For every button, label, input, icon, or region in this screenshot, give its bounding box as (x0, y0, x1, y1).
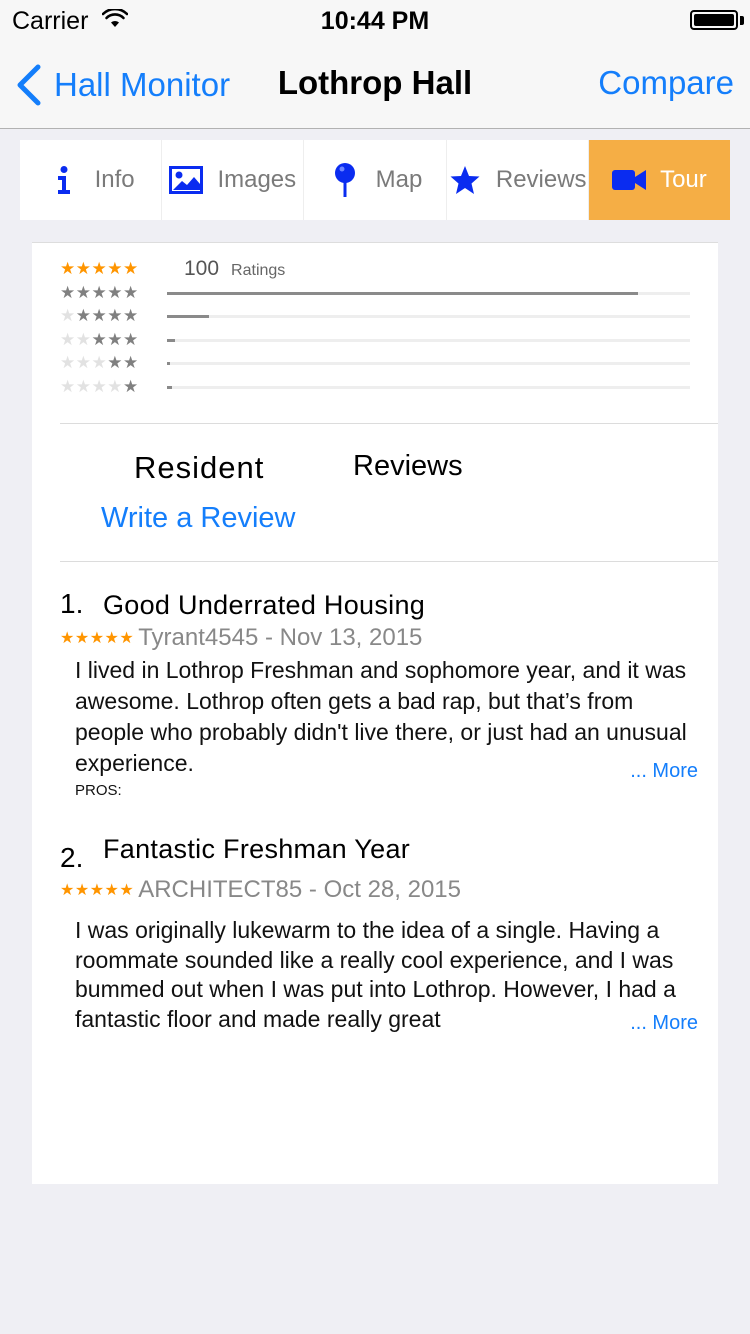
tab-reviews-label: Reviews (495, 166, 587, 193)
review-meta: ★★★★★ Tyrant4545 - Nov 13, 2015 (60, 624, 423, 651)
tab-reviews[interactable]: Reviews (447, 140, 589, 220)
review-item[interactable]: 2. Fantastic Freshman Year ★★★★★ ARCHITEC… (60, 832, 700, 1042)
average-rating-stars: ★★★★★ (60, 259, 139, 278)
ratings-count-label: Ratings (231, 262, 286, 279)
rating-bar-fill (167, 291, 638, 295)
battery-icon (690, 10, 738, 30)
review-title: Good Underrated Housing (103, 590, 426, 620)
rating-row-stars: ★★★★★ (60, 376, 139, 396)
rating-row-stars: ★★★★★ (60, 306, 139, 325)
tab-map-label: Map (375, 166, 423, 193)
ratings-total-row: ★★★★★ 100 Ratings (60, 258, 690, 282)
rating-bar-row: ★★★★★ (60, 282, 690, 306)
rating-bar-track (167, 338, 690, 342)
tab-resident[interactable]: Resident (134, 450, 264, 486)
navigation-bar: Hall Monitor Lothrop Hall Compare (0, 40, 750, 129)
tab-images-label: Images (217, 166, 297, 193)
write-review-link[interactable]: Write a Review (101, 502, 295, 535)
rating-bar-track (167, 385, 690, 389)
ratings-summary: ★★★★★ 100 Ratings ★★★★★ ★★★★★ ★★★★★ ★★★★★ ★★★… (60, 258, 690, 399)
review-meta: ★★★★★ ARCHITECT85 - Oct 28, 2015 (60, 876, 461, 903)
divider (60, 561, 718, 562)
image-icon (169, 163, 204, 197)
rating-bar-fill (167, 315, 209, 318)
status-time: 10:44 PM (320, 7, 430, 35)
rating-bar-track (167, 362, 690, 365)
pros-label: PROS: (75, 782, 122, 799)
info-icon (47, 163, 81, 197)
review-item[interactable]: 1. Good Underrated Housing ★★★★★ Tyrant45… (60, 588, 700, 808)
more-link[interactable]: ... More (630, 1012, 698, 1035)
star-icon (448, 163, 482, 197)
review-stars: ★★★★★ (60, 882, 135, 899)
tab-images[interactable]: Images (162, 140, 305, 220)
more-link[interactable]: ... More (630, 760, 698, 783)
rating-bar-fill (167, 362, 171, 365)
review-number: 2. (60, 842, 84, 873)
rating-row-stars: ★★★★★ (60, 329, 139, 349)
divider (60, 423, 718, 424)
section-tabs: Info Images Map Reviews Tour (20, 140, 731, 220)
rating-row-stars: ★★★★★ (60, 353, 139, 372)
rating-bar-row: ★★★★★ (60, 352, 690, 376)
tab-tour-label: Tour (660, 166, 707, 193)
review-stars: ★★★★★ (60, 630, 135, 647)
rating-bar-row: ★★★★★ (60, 329, 690, 353)
rating-bar-row: ★★★★★ (60, 305, 690, 329)
tab-map[interactable]: Map (304, 140, 447, 220)
tab-tour[interactable]: Tour (588, 140, 731, 220)
battery-tip (740, 16, 744, 25)
compare-button[interactable]: Compare (598, 64, 734, 102)
rating-bar-row: ★★★★★ (60, 376, 690, 400)
review-body: I was originally lukewarm to the idea of… (75, 917, 676, 1032)
video-camera-icon (612, 163, 647, 197)
tab-resident-reviews[interactable]: Reviews (353, 450, 463, 483)
rating-bar-track (167, 291, 690, 295)
rating-bar-fill (167, 385, 173, 389)
ratings-count: 100 Ratings (184, 257, 286, 280)
card-top-border (32, 242, 718, 243)
reviews-card: ★★★★★ 100 Ratings ★★★★★ ★★★★★ ★★★★★ ★★★★★ ★★★… (32, 242, 718, 1184)
map-pin-icon (328, 163, 362, 197)
review-body: I lived in Lothrop Freshman and sophomor… (75, 657, 687, 776)
rating-bar-track (167, 315, 690, 318)
rating-row-stars: ★★★★★ (60, 282, 139, 302)
review-number: 1. (60, 588, 84, 619)
tab-info-label: Info (94, 166, 135, 193)
review-title: Fantastic Freshman Year (103, 834, 411, 864)
rating-bar-fill (167, 338, 175, 342)
status-bar: Carrier 10:44 PM (0, 0, 750, 40)
tab-info[interactable]: Info (20, 140, 163, 220)
